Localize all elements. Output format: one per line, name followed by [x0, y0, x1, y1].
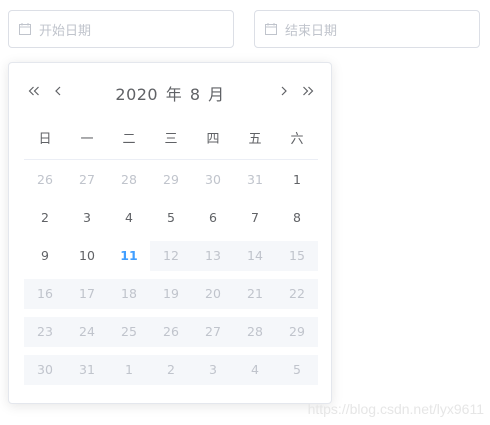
date-cell: 5 [276, 355, 318, 385]
date-cell[interactable]: 7 [234, 203, 276, 233]
date-cell: 30 [24, 355, 66, 385]
date-cell[interactable]: 10 [66, 241, 108, 271]
date-cell: 14 [234, 241, 276, 271]
date-cell: 13 [192, 241, 234, 271]
date-cell[interactable]: 1 [276, 165, 318, 195]
week-row: 2345678 [24, 203, 318, 233]
date-cell: 18 [108, 279, 150, 309]
watermark: https://blog.csdn.net/lyx9611 [307, 401, 484, 417]
date-cell[interactable]: 3 [66, 203, 108, 233]
date-cell-today[interactable]: 11 [108, 241, 150, 271]
double-chevron-right-icon [303, 86, 314, 96]
date-cell: 23 [24, 317, 66, 347]
weekday-fri: 五 [248, 132, 262, 147]
weekday-sat: 六 [290, 132, 304, 147]
end-date-input[interactable]: 结束日期 [254, 10, 480, 48]
date-cell: 4 [234, 355, 276, 385]
weekday-sun: 日 [38, 132, 52, 147]
weekday-tue: 二 [122, 132, 136, 147]
picker-month: 8 [189, 85, 201, 104]
week-row: 9 10 11 12 13 14 15 [24, 241, 318, 271]
date-cell: 15 [276, 241, 318, 271]
date-cell[interactable]: 28 [108, 165, 150, 195]
picker-year: 2020 [115, 85, 159, 104]
date-cell: 3 [192, 355, 234, 385]
calendar-icon [19, 23, 31, 35]
date-cell: 2 [150, 355, 192, 385]
date-cell: 29 [276, 317, 318, 347]
date-grid: 26 27 28 29 30 31 1 2 3 4 5 6 7 8 9 10 11 12 13 14 15 16 17 18 1… [24, 165, 318, 393]
date-picker-panel: 2020 年 8 月 日 一 二 三 四 五 六 26 27 28 29 30 31 1 2 3… [8, 62, 332, 404]
date-cell: 31 [66, 355, 108, 385]
date-cell: 12 [150, 241, 192, 271]
picker-header: 2020 年 8 月 [9, 77, 331, 105]
date-cell: 28 [234, 317, 276, 347]
weekday-header: 日 一 二 三 四 五 六 [24, 129, 318, 160]
weekday-mon: 一 [80, 132, 94, 147]
week-row: 26 27 28 29 30 31 1 [24, 165, 318, 195]
date-cell: 26 [150, 317, 192, 347]
start-date-placeholder: 开始日期 [39, 23, 92, 39]
date-cell: 21 [234, 279, 276, 309]
date-cell: 22 [276, 279, 318, 309]
week-row: 16 17 18 19 20 21 22 [24, 279, 318, 309]
weekday-wed: 三 [164, 132, 178, 147]
date-cell[interactable]: 6 [192, 203, 234, 233]
week-row: 30 31 1 2 3 4 5 [24, 355, 318, 385]
date-cell[interactable]: 5 [150, 203, 192, 233]
end-date-placeholder: 结束日期 [285, 23, 338, 39]
date-cell: 16 [24, 279, 66, 309]
week-row: 23 24 25 26 27 28 29 [24, 317, 318, 347]
date-cell[interactable]: 2 [24, 203, 66, 233]
weekday-thu: 四 [206, 132, 220, 147]
date-cell: 19 [150, 279, 192, 309]
date-cell[interactable]: 8 [276, 203, 318, 233]
date-cell: 17 [66, 279, 108, 309]
date-cell[interactable]: 30 [192, 165, 234, 195]
date-cell[interactable]: 4 [108, 203, 150, 233]
date-cell: 1 [108, 355, 150, 385]
calendar-icon [265, 23, 277, 35]
date-cell[interactable]: 26 [24, 165, 66, 195]
date-cell[interactable]: 9 [24, 241, 66, 271]
start-date-input[interactable]: 开始日期 [8, 10, 234, 48]
date-cell[interactable]: 31 [234, 165, 276, 195]
next-year-button[interactable] [299, 81, 317, 101]
picker-year-unit: 年 [165, 85, 183, 104]
date-cell: 20 [192, 279, 234, 309]
date-cell: 25 [108, 317, 150, 347]
date-cell[interactable]: 27 [66, 165, 108, 195]
date-cell: 24 [66, 317, 108, 347]
next-month-button[interactable] [275, 81, 293, 101]
chevron-right-icon [281, 86, 287, 96]
date-cell[interactable]: 29 [150, 165, 192, 195]
picker-month-unit: 月 [208, 85, 225, 104]
date-cell: 27 [192, 317, 234, 347]
